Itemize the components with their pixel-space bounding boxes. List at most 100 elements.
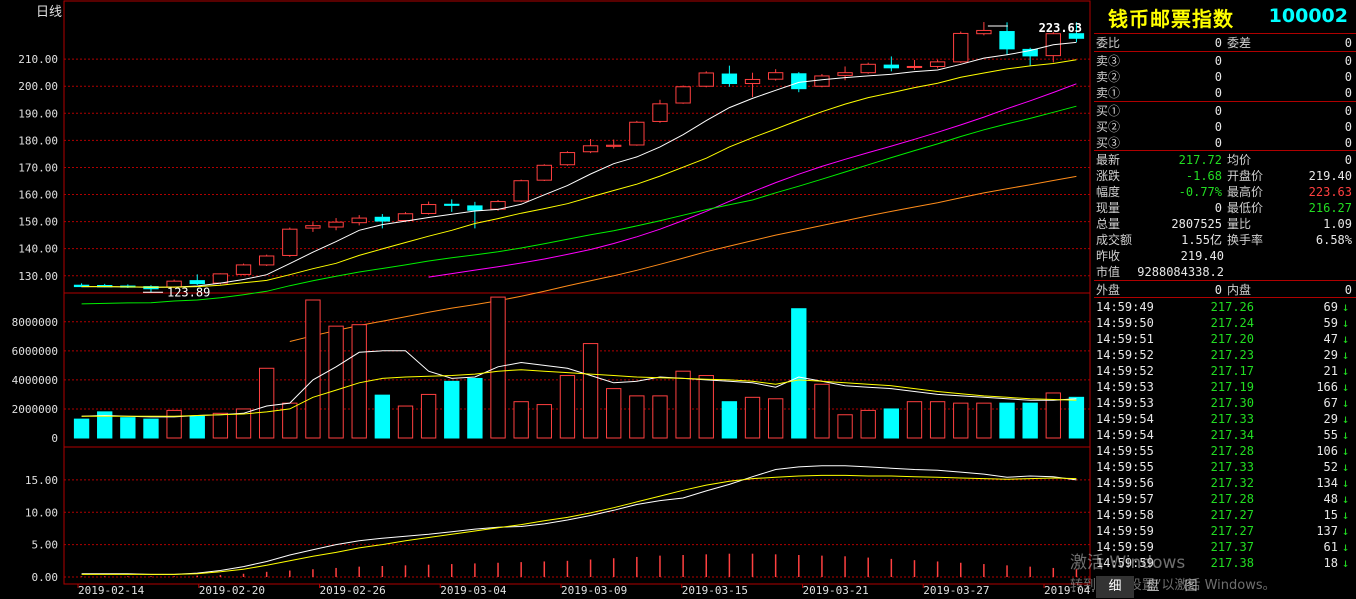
tick-row[interactable]: 14:59:55 217.28 106 ↓ [1094, 443, 1356, 459]
indicator-tick-label: 10.00 [25, 506, 58, 519]
volume-bar-up [397, 405, 414, 439]
down-arrow-icon: ↓ [1342, 444, 1350, 458]
tick-row[interactable]: 14:59:51 217.20 47 ↓ [1094, 331, 1356, 347]
volume-bar-up [814, 383, 830, 439]
date-label: 2019-03-09 [561, 584, 627, 597]
stat-label-2: 最高价 [1227, 185, 1264, 199]
tick-row[interactable]: 14:59:55 217.33 52 ↓ [1094, 459, 1356, 475]
stock-name: 钱币邮票指数 [1108, 7, 1234, 31]
tick-volume: 52 [1323, 460, 1338, 474]
tick-volume: 29 [1323, 412, 1338, 426]
volume-bar-up [906, 401, 923, 439]
tick-row[interactable]: 14:59:53 217.30 67 ↓ [1094, 395, 1356, 411]
price-tick-label: 210.00 [18, 53, 58, 66]
stat-label: 最新 [1096, 153, 1121, 167]
tick-row[interactable]: 14:59:58 217.27 15 ↓ [1094, 507, 1356, 523]
tick-row[interactable]: 14:59:57 217.28 48 ↓ [1094, 491, 1356, 507]
tick-row[interactable]: 14:59:56 217.32 134 ↓ [1094, 475, 1356, 491]
candle-up [351, 217, 367, 224]
stat-label-2: 量比 [1227, 217, 1252, 231]
candle-up [837, 72, 853, 76]
ask-row: 卖③ 0 0 [1094, 53, 1356, 69]
down-arrow-icon: ↓ [1342, 364, 1350, 378]
candlestick-chart[interactable]: 日线 210.00 200.00 190.00 180.00 170.00 160.00 15… [0, 0, 1094, 599]
tab-chart[interactable]: 图 [1172, 576, 1210, 598]
ask-label: 卖③ [1096, 54, 1121, 68]
tab-detail[interactable]: 细 [1096, 576, 1134, 598]
indicator-tick-label: 0.00 [32, 571, 59, 584]
bid-label: 买③ [1096, 136, 1121, 150]
tick-price: 217.17 [1210, 364, 1254, 378]
candle-up [513, 180, 529, 202]
candle-down [444, 203, 460, 206]
volume-bar-down [143, 418, 159, 439]
stat-label-2: 换手率 [1227, 233, 1264, 247]
tick-time: 14:59:53 [1096, 396, 1154, 410]
volume-bar-down [467, 377, 483, 439]
volume-bar-up [744, 396, 761, 439]
volume-bar-up [629, 395, 645, 439]
tick-row[interactable]: 14:59:54 217.33 29 ↓ [1094, 411, 1356, 427]
volume-bar-up [536, 404, 552, 439]
candle-up [953, 32, 969, 63]
tab-orderbook[interactable]: 盘 [1134, 576, 1172, 598]
tick-volume: 15 [1323, 508, 1338, 522]
volume-bar-down [1068, 396, 1085, 439]
tick-time: 14:59:59 [1096, 524, 1154, 538]
stat-value: 217.72 [1178, 153, 1222, 167]
volume-bar-up [212, 412, 229, 439]
stat-value: 1.55亿 [1181, 233, 1222, 247]
bid-price: 0 [1214, 136, 1222, 150]
tick-price: 217.28 [1210, 444, 1254, 458]
tick-price: 217.28 [1210, 492, 1254, 506]
price-tick-label: 190.00 [18, 107, 58, 120]
tick-row[interactable]: 14:59:54 217.34 55 ↓ [1094, 427, 1356, 443]
candle-up [629, 121, 645, 146]
stat-value-2: 0 [1344, 153, 1352, 167]
tick-row[interactable]: 14:59:52 217.23 29 ↓ [1094, 347, 1356, 363]
tick-volume: 137 [1316, 524, 1338, 538]
stat-label-2: 最低价 [1227, 201, 1264, 215]
ask-price: 0 [1214, 86, 1222, 100]
candle-down [999, 31, 1015, 50]
volume-bar-down [1022, 402, 1038, 439]
waipan-label: 外盘 [1096, 283, 1121, 297]
tick-time: 14:59:51 [1096, 332, 1154, 346]
tick-row[interactable]: 14:59:49 217.26 69 ↓ [1094, 299, 1356, 315]
indicator-tick-label: 15.00 [25, 474, 58, 487]
tick-volume: 29 [1323, 348, 1338, 362]
tick-row[interactable]: 14:59:59 217.27 137 ↓ [1094, 523, 1356, 539]
tick-price: 217.27 [1210, 524, 1254, 538]
tick-price: 217.30 [1210, 396, 1254, 410]
tick-time: 14:59:52 [1096, 348, 1154, 362]
volume-bar-up [606, 388, 622, 439]
date-label: 2019-03-27 [923, 584, 989, 597]
bid-label: 买② [1096, 120, 1121, 134]
down-arrow-icon: ↓ [1342, 332, 1350, 346]
candle-up [235, 264, 252, 275]
bottom-tabs: 细 盘 图 [1094, 576, 1214, 598]
volume-bar-up [837, 414, 853, 439]
date-label: 2019-02-20 [199, 584, 265, 597]
candle-down [467, 205, 483, 211]
ask-price: 0 [1214, 54, 1222, 68]
tick-volume: 48 [1323, 492, 1338, 506]
bid-price: 0 [1214, 120, 1222, 134]
down-arrow-icon: ↓ [1342, 428, 1350, 442]
price-ma-line [81, 59, 1077, 288]
tick-price: 217.33 [1210, 412, 1254, 426]
down-arrow-icon: ↓ [1342, 348, 1350, 362]
price-tick-label: 170.00 [18, 161, 58, 174]
tick-time: 14:59:55 [1096, 444, 1154, 458]
waipan-value: 0 [1214, 283, 1222, 297]
tick-row[interactable]: 14:59:50 217.24 59 ↓ [1094, 315, 1356, 331]
down-arrow-icon: ↓ [1342, 460, 1350, 474]
tick-price: 217.38 [1210, 556, 1254, 570]
stat-label: 市值 [1096, 265, 1121, 279]
volume-bar-up [860, 409, 876, 439]
price-tick-label: 200.00 [18, 80, 58, 93]
tick-row[interactable]: 14:59:53 217.19 166 ↓ [1094, 379, 1356, 395]
volume-bar-up [328, 325, 344, 439]
ask-volume: 0 [1344, 70, 1352, 84]
tick-row[interactable]: 14:59:52 217.17 21 ↓ [1094, 363, 1356, 379]
